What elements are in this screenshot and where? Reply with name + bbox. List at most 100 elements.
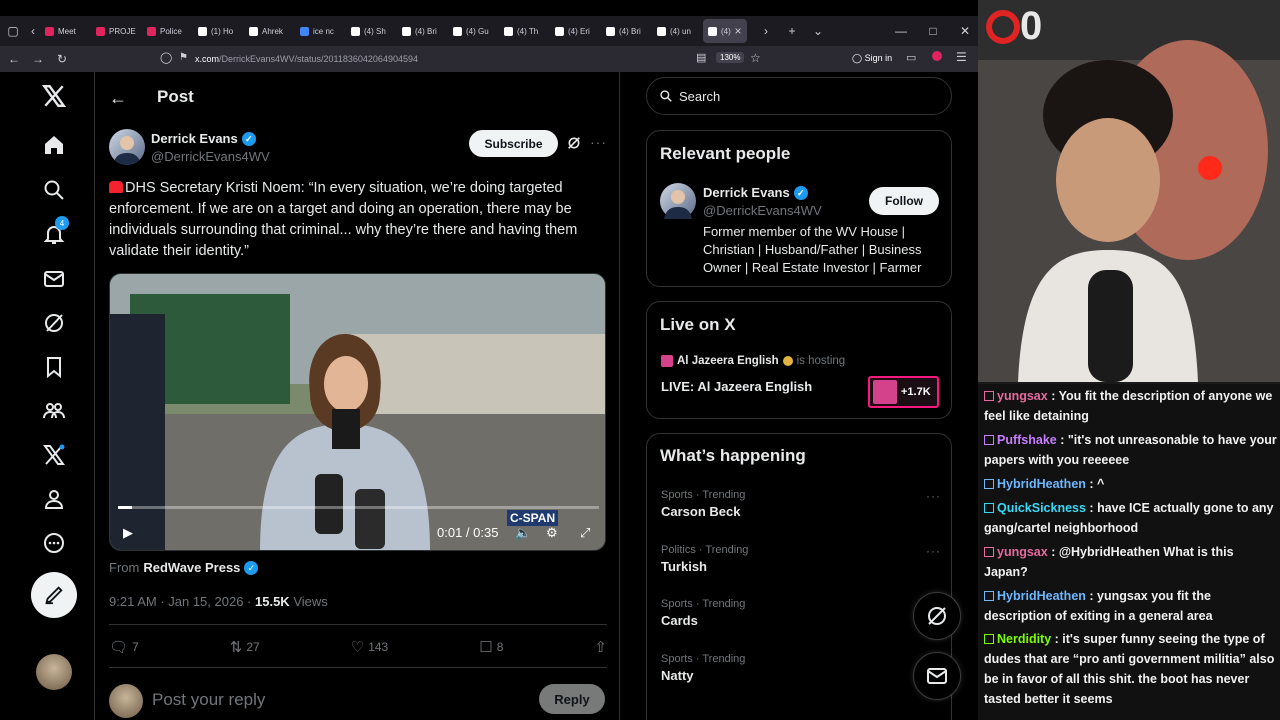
browser-tab[interactable]: (1) Ho xyxy=(193,19,244,43)
bookmark-star-icon[interactable]: ☆ xyxy=(750,51,761,65)
repost-action[interactable]: ⇅ 27 xyxy=(230,638,260,656)
reply-input[interactable]: Post your reply xyxy=(152,690,265,710)
new-tab-icon[interactable]: + xyxy=(779,24,805,38)
bookmarks-icon[interactable] xyxy=(40,353,68,381)
post-timestamp[interactable]: 9:21 AM · Jan 15, 2026 · xyxy=(109,594,251,609)
browser-tab[interactable]: Meet xyxy=(40,19,91,43)
profile-icon[interactable] xyxy=(40,485,68,513)
share-action[interactable]: ⇧ xyxy=(594,638,607,656)
scroll-tabs-left-icon[interactable]: ‹ xyxy=(26,24,40,38)
browser-tab[interactable]: ice nc xyxy=(295,19,346,43)
extensions-icon[interactable]: ▭ xyxy=(906,51,916,64)
trend-category: Sports · Trending xyxy=(661,652,746,665)
fullscreen-icon[interactable]: ⤢ xyxy=(580,525,590,541)
back-arrow-icon[interactable]: ← xyxy=(109,88,127,109)
reply-button[interactable]: Reply xyxy=(539,684,605,714)
premium-x-icon[interactable] xyxy=(40,441,68,469)
browser-tab[interactable]: (4) Bri xyxy=(397,19,448,43)
settings-gear-icon[interactable]: ⚙ xyxy=(546,525,558,541)
close-tab-icon[interactable]: × xyxy=(733,24,743,38)
live-listeners[interactable]: +1.7K xyxy=(868,376,939,408)
account-avatar[interactable] xyxy=(36,654,72,690)
back-icon[interactable]: ← xyxy=(2,52,26,66)
chat-username[interactable]: HybridHeathen xyxy=(997,477,1086,491)
reload-icon[interactable]: ↻ xyxy=(50,52,74,66)
notifications-bell-icon[interactable]: 4 xyxy=(40,216,69,248)
url-field[interactable]: x.com/DerrickEvans4WV/status/20118360420… xyxy=(195,54,418,64)
chat-username[interactable]: QuickSickness xyxy=(997,501,1086,515)
browser-tab[interactable]: (4) un xyxy=(652,19,703,43)
tab-overview-icon[interactable]: ▢ xyxy=(0,24,26,38)
browser-tab[interactable]: (4) Th xyxy=(499,19,550,43)
video-player[interactable]: ▶ C-SPAN 0:01 / 0:35 🔈 ⚙ ⤢ xyxy=(109,273,606,551)
red-ring-icon xyxy=(986,9,1020,44)
trend-more-icon[interactable]: ··· xyxy=(926,489,941,503)
messages-envelope-icon[interactable] xyxy=(40,265,68,293)
zoom-level[interactable]: 130% xyxy=(716,52,745,63)
author-avatar[interactable] xyxy=(109,129,145,165)
communities-icon[interactable] xyxy=(40,397,68,425)
volume-icon[interactable]: 🔈 xyxy=(515,525,531,541)
post-more-icon[interactable]: ··· xyxy=(590,134,607,150)
trend-more-icon[interactable]: ··· xyxy=(926,544,941,558)
maximize-icon[interactable]: □ xyxy=(920,24,946,38)
trend-item[interactable]: Sports · Trending Natty xyxy=(661,653,941,683)
live-host[interactable]: Al Jazeera English is hosting xyxy=(661,355,845,367)
more-options-icon[interactable] xyxy=(40,529,68,557)
grok-explain-icon[interactable] xyxy=(566,135,582,156)
tab-favicon-icon xyxy=(147,26,156,36)
browser-tab[interactable]: PROJE xyxy=(91,19,142,43)
live-stream-title[interactable]: LIVE: Al Jazeera English xyxy=(661,379,812,394)
x-logo-icon[interactable] xyxy=(40,82,68,110)
minimize-icon[interactable]: — xyxy=(888,24,914,38)
list-tabs-icon[interactable]: ⌄ xyxy=(805,24,831,38)
tab-favicon-icon xyxy=(657,26,666,36)
lock-icon[interactable]: ⚑ xyxy=(179,52,188,63)
person-avatar[interactable] xyxy=(660,183,696,219)
window-close-icon[interactable]: ✕ xyxy=(952,24,978,38)
author-name[interactable]: Derrick Evans ✓ xyxy=(151,131,256,146)
messages-float-button[interactable] xyxy=(913,652,961,700)
grok-icon[interactable] xyxy=(40,309,68,337)
extension-badge-icon[interactable] xyxy=(932,51,942,61)
follow-button[interactable]: Follow xyxy=(869,187,939,215)
chat-username[interactable]: HybridHeathen xyxy=(997,589,1086,603)
reply-action[interactable]: 🗨 7 xyxy=(109,638,139,656)
home-icon[interactable] xyxy=(40,131,68,159)
grok-float-button[interactable] xyxy=(913,592,961,640)
browser-tab[interactable]: (4) Eri xyxy=(550,19,601,43)
chat-username[interactable]: yungsax xyxy=(997,389,1048,403)
person-handle[interactable]: @DerrickEvans4WV xyxy=(703,203,822,218)
author-handle[interactable]: @DerrickEvans4WV xyxy=(151,149,270,164)
menu-icon[interactable]: ☰ xyxy=(956,50,967,64)
chat-separator: : xyxy=(1085,589,1098,603)
video-progress-bar[interactable] xyxy=(118,506,599,509)
browser-tab[interactable]: Police xyxy=(142,19,193,43)
compose-post-button[interactable] xyxy=(31,572,77,618)
browser-tab[interactable]: (4) Gu xyxy=(448,19,499,43)
sign-in-button[interactable]: ◯ Sign in xyxy=(852,53,892,64)
reader-view-icon[interactable]: ▤ xyxy=(696,51,706,64)
bookmark-action[interactable]: ☐ 8 xyxy=(479,638,503,656)
scroll-tabs-right-icon[interactable]: › xyxy=(753,24,779,38)
trend-item[interactable]: Sports · Trending Cards xyxy=(661,598,941,628)
person-name[interactable]: Derrick Evans ✓ xyxy=(703,185,808,200)
play-icon[interactable]: ▶ xyxy=(123,525,133,541)
explore-search-icon[interactable] xyxy=(40,176,68,204)
subscribe-button[interactable]: Subscribe xyxy=(469,130,558,157)
like-action[interactable]: ♡ 143 xyxy=(351,638,388,656)
search-input[interactable]: Search xyxy=(646,77,952,115)
from-source-link[interactable]: RedWave Press xyxy=(143,560,240,575)
browser-tab[interactable]: (4) Sh xyxy=(346,19,397,43)
page-title: Post xyxy=(157,87,194,106)
forward-icon[interactable]: → xyxy=(26,52,50,66)
chat-username[interactable]: yungsax xyxy=(997,545,1048,559)
chat-username[interactable]: Puffshake xyxy=(997,433,1057,447)
tab-label: (1) Ho xyxy=(211,26,234,36)
chat-username[interactable]: Nerdidity xyxy=(997,632,1051,646)
trend-item[interactable]: Sports · Trending Carson Beck ··· xyxy=(661,489,941,519)
shield-icon[interactable]: ◯ xyxy=(160,51,172,64)
trend-item[interactable]: Politics · Trending Turkish ··· xyxy=(661,544,941,574)
browser-tab[interactable]: Ahrek xyxy=(244,19,295,43)
browser-tab[interactable]: (4) Bri xyxy=(601,19,652,43)
